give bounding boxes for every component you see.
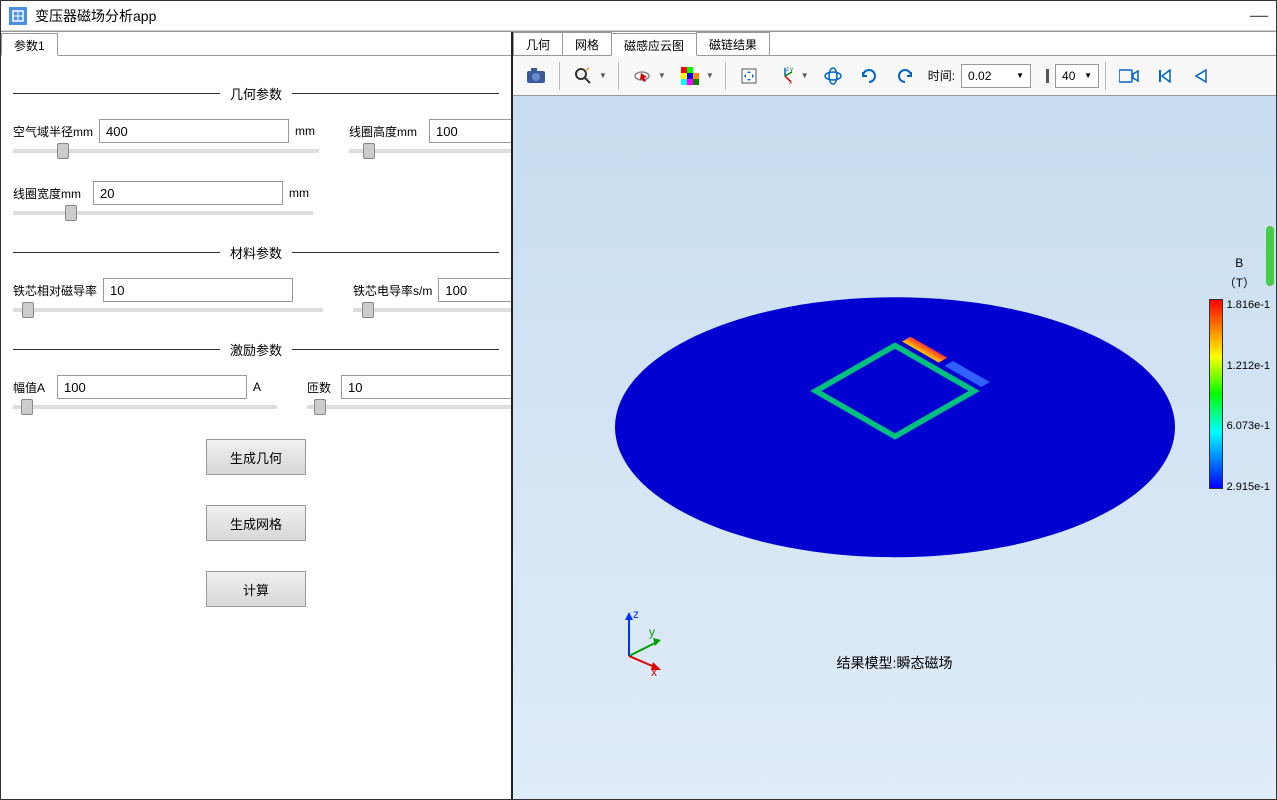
slider-core-cond[interactable]	[353, 308, 511, 312]
slider-core-perm[interactable]	[13, 308, 323, 312]
select-dropdown[interactable]: ▼	[657, 59, 671, 93]
app-icon	[9, 7, 27, 25]
slider-air-radius[interactable]	[13, 149, 319, 153]
slider-coil-height[interactable]	[349, 149, 511, 153]
viewport-3d[interactable]: z y x 结果模型:瞬态磁场 B （T） 1.816e-1	[513, 96, 1276, 799]
input-core-perm[interactable]	[103, 278, 293, 302]
slider-amplitude[interactable]	[13, 405, 277, 409]
compute-button[interactable]: 计算	[206, 571, 306, 607]
label-core-cond: 铁芯电导率s/m	[353, 282, 432, 299]
svg-text:y: y	[649, 625, 655, 639]
axes-triad: z y x	[609, 606, 679, 679]
tab-mesh[interactable]: 网格	[562, 32, 612, 55]
section-geom: 几何参数	[13, 84, 499, 103]
titlebar: 变压器磁场分析app —	[1, 1, 1276, 31]
result-model-label: 结果模型:瞬态磁场	[837, 653, 953, 673]
zoom-dropdown[interactable]: ▼	[598, 59, 612, 93]
params-content: 几何参数 空气域半径mm mm 线圈高度mm	[1, 56, 511, 799]
slider-coil-width[interactable]	[13, 211, 313, 215]
camera-icon[interactable]	[519, 59, 553, 93]
axis-view-icon[interactable]: zy x	[768, 59, 802, 93]
skip-first-icon[interactable]	[1148, 59, 1182, 93]
colormap-dropdown[interactable]: ▼	[705, 59, 719, 93]
step-prev-icon[interactable]	[1033, 59, 1053, 93]
rotate-cw-icon[interactable]	[888, 59, 922, 93]
svg-text:z: z	[786, 67, 789, 73]
input-air-radius[interactable]	[99, 119, 289, 143]
right-tab-bar: 几何 网格 磁感应云图 磁链结果	[513, 32, 1276, 56]
minimize-button[interactable]: —	[1250, 5, 1268, 26]
legend-colorbar	[1209, 299, 1223, 489]
left-tab-bar: 参数1	[1, 32, 511, 56]
right-panel: 几何 网格 磁感应云图 磁链结果 ▼ ▼ ▼ zyx▼ 时间: 0.02▼	[513, 32, 1276, 799]
tab-field[interactable]: 磁感应云图	[611, 33, 697, 56]
gen-mesh-button[interactable]: 生成网格	[206, 505, 306, 541]
svg-text:z: z	[633, 607, 639, 621]
time-select[interactable]: 0.02▼	[961, 64, 1031, 88]
gen-geom-button[interactable]: 生成几何	[206, 439, 306, 475]
play-back-icon[interactable]	[1184, 59, 1218, 93]
label-turns: 匝数	[307, 379, 335, 396]
label-air-radius: 空气域半径mm	[13, 123, 93, 140]
input-amplitude[interactable]	[57, 375, 247, 399]
label-coil-width: 线圈宽度mm	[13, 185, 87, 202]
body: 参数1 几何参数 空气域半径mm mm	[1, 31, 1276, 799]
input-coil-width[interactable]	[93, 181, 283, 205]
left-panel: 参数1 几何参数 空气域半径mm mm	[1, 32, 513, 799]
input-core-cond[interactable]	[438, 278, 511, 302]
time-label: 时间:	[928, 67, 955, 84]
move-icon[interactable]	[732, 59, 766, 93]
tab-flux[interactable]: 磁链结果	[696, 32, 770, 55]
label-core-perm: 铁芯相对磁导率	[13, 282, 97, 299]
svg-text:x: x	[789, 80, 792, 85]
svg-text:x: x	[651, 665, 657, 676]
svg-text:y: y	[790, 67, 793, 73]
view-toolbar: ▼ ▼ ▼ zy x ▼ 时间: 0.02▼ 40▼	[513, 56, 1276, 96]
label-coil-height: 线圈高度mm	[349, 123, 423, 140]
slider-turns[interactable]	[307, 405, 511, 409]
input-turns[interactable]	[341, 375, 511, 399]
section-material: 材料参数	[13, 243, 499, 262]
color-legend: B （T） 1.816e-1 1.212e-1 6.073e-1 2.915e-…	[1209, 256, 1270, 493]
video-icon[interactable]	[1112, 59, 1146, 93]
select-icon[interactable]	[625, 59, 659, 93]
rotate-ccw-icon[interactable]	[852, 59, 886, 93]
step-select[interactable]: 40▼	[1055, 64, 1099, 88]
rotate-icon[interactable]	[816, 59, 850, 93]
colormap-icon[interactable]	[673, 59, 707, 93]
tab-params1[interactable]: 参数1	[1, 33, 58, 56]
window-title: 变压器磁场分析app	[35, 6, 1250, 26]
input-coil-height[interactable]	[429, 119, 511, 143]
label-amplitude: 幅值A	[13, 379, 51, 396]
axis-dropdown[interactable]: ▼	[800, 59, 814, 93]
app-window: 变压器磁场分析app — 参数1 几何参数 空气域半径mm	[0, 0, 1277, 800]
zoom-icon[interactable]	[566, 59, 600, 93]
tab-geom[interactable]: 几何	[513, 32, 563, 55]
section-excite: 激励参数	[13, 340, 499, 359]
